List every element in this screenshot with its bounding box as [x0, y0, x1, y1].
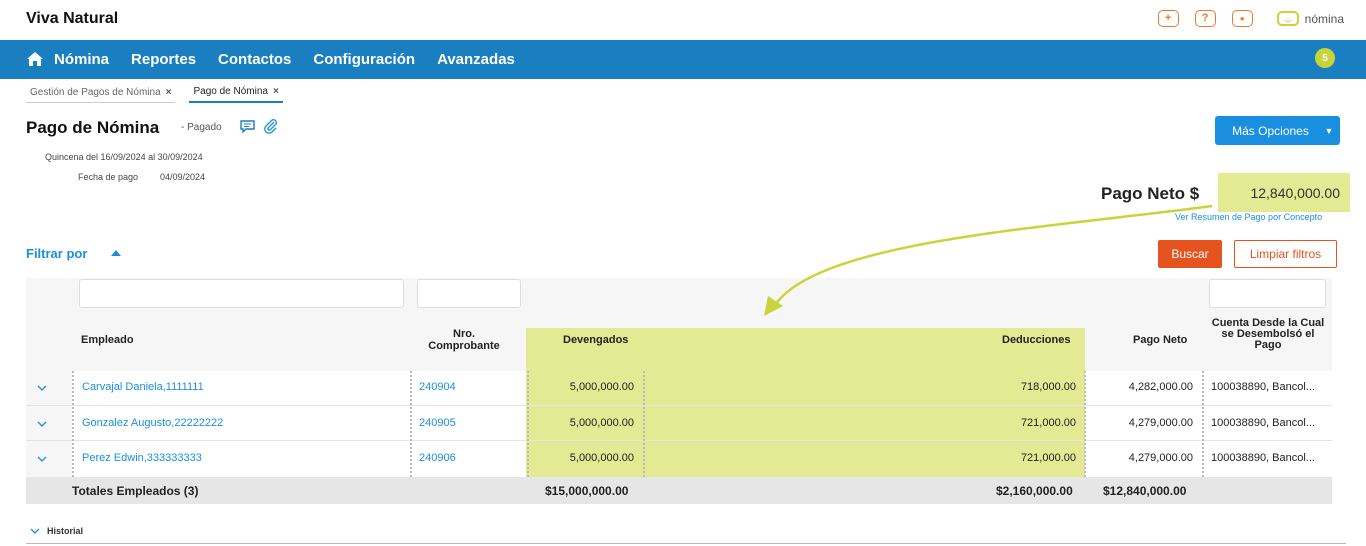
header-employee[interactable]: Empleado [81, 334, 134, 346]
header-account[interactable]: Cuenta Desde la Cual se Desembolsó el Pa… [1209, 318, 1327, 351]
employee-link[interactable]: Perez Edwin,333333333 [82, 452, 202, 464]
user-icon[interactable]: ● [1231, 10, 1253, 27]
divider [26, 543, 1346, 544]
nav-item-contactos[interactable]: Contactos [218, 51, 291, 68]
column-divider [72, 371, 74, 477]
nav-item-nomina[interactable]: Nómina [54, 51, 109, 68]
voucher-link[interactable]: 240904 [419, 381, 456, 393]
company-name: Viva Natural [26, 10, 119, 27]
chevron-down-icon[interactable] [37, 384, 47, 392]
row-divider [26, 405, 1332, 406]
column-divider [1084, 371, 1086, 477]
column-divider [1202, 371, 1204, 477]
add-icon[interactable]: + [1157, 10, 1179, 27]
column-divider [643, 371, 645, 477]
employee-filter-input[interactable] [79, 279, 404, 308]
search-button[interactable]: Buscar [1158, 240, 1222, 268]
earnings-cell: 5,000,000.00 [569, 417, 634, 429]
status-label: - Pagado [181, 122, 222, 133]
header-deductions[interactable]: Deducciones [1002, 334, 1070, 346]
brand-mark-icon [1276, 11, 1299, 26]
earnings-cell: 5,000,000.00 [569, 381, 634, 393]
account-filter-input[interactable] [1209, 279, 1326, 308]
header-net[interactable]: Pago Neto [1133, 334, 1187, 346]
tab-pago-nomina[interactable]: Pago de Nómina × [189, 84, 283, 103]
header-voucher[interactable]: Nro. Comprobante [418, 328, 510, 352]
net-pay-value: 12,840,000.00 [1218, 173, 1350, 212]
paydate-value: 04/09/2024 [160, 172, 206, 182]
header-earnings[interactable]: Devengados [563, 334, 628, 346]
tab-gestion-pagos[interactable]: Gestión de Pagos de Nómina × [26, 84, 176, 103]
deductions-cell: 721,000.00 [1020, 452, 1076, 464]
deductions-cell: 721,000.00 [1020, 417, 1076, 429]
filter-label[interactable]: Filtrar por [26, 246, 87, 261]
caret-up-icon[interactable] [111, 250, 121, 256]
row-divider [26, 440, 1332, 441]
account-cell: 100038890, Bancol... [1211, 417, 1315, 429]
chevron-down-icon[interactable] [37, 420, 47, 428]
voucher-filter-input[interactable] [417, 279, 521, 308]
help-icon[interactable]: ? [1194, 10, 1216, 27]
paydate-label: Fecha de pago [78, 172, 139, 182]
brand-text: nómina [1304, 11, 1344, 26]
column-divider [527, 371, 529, 477]
home-icon[interactable] [26, 51, 44, 67]
tab-label: Gestión de Pagos de Nómina [30, 86, 161, 98]
tab-label: Pago de Nómina [193, 86, 268, 97]
page-title: Pago de Nómina [26, 118, 160, 137]
earnings-cell: 5,000,000.00 [569, 452, 634, 464]
top-icons: + ? ● nómina [1157, 10, 1344, 27]
chevron-down-icon[interactable] [30, 528, 40, 535]
totals-label: Totales Empleados (3) [72, 484, 199, 498]
attachment-icon[interactable] [263, 118, 278, 134]
voucher-link[interactable]: 240905 [419, 417, 456, 429]
net-cell: 4,282,000.00 [1128, 381, 1193, 393]
more-options-label: Más Opciones [1232, 123, 1309, 138]
nav-item-reportes[interactable]: Reportes [131, 51, 196, 68]
voucher-link[interactable]: 240906 [419, 452, 456, 464]
summary-link[interactable]: Ver Resumen de Pago por Concepto [1175, 212, 1322, 222]
totals-earnings: $15,000,000.00 [545, 484, 629, 498]
totals-net: $12,840,000.00 [1103, 484, 1187, 498]
top-bar: Viva Natural + ? ● nómina [0, 0, 1366, 40]
brand-logo: nómina [1276, 11, 1344, 26]
main-nav: Nómina Reportes Contactos Configuración … [0, 40, 1366, 79]
employee-link[interactable]: Gonzalez Augusto,22222222 [82, 417, 223, 429]
more-options-button[interactable]: Más Opciones ▼ [1215, 116, 1340, 145]
account-cell: 100038890, Bancol... [1211, 381, 1315, 393]
nav-item-avanzadas[interactable]: Avanzadas [437, 51, 515, 68]
period-text: Quincena del 16/09/2024 al 30/09/2024 [45, 152, 203, 162]
notification-badge[interactable]: 5 [1315, 48, 1335, 68]
employee-link[interactable]: Carvajal Daniela,1111111 [82, 381, 204, 393]
deductions-cell: 718,000.00 [1020, 381, 1076, 393]
caret-down-icon[interactable]: ▼ [1318, 116, 1340, 145]
chevron-down-icon[interactable] [37, 455, 47, 463]
nav-item-configuracion[interactable]: Configuración [313, 51, 415, 68]
net-pay-label: Pago Neto $ [1101, 184, 1200, 203]
close-icon[interactable]: × [166, 87, 172, 98]
clear-filters-button[interactable]: Limpiar filtros [1234, 240, 1337, 268]
account-cell: 100038890, Bancol... [1211, 452, 1315, 464]
column-divider [410, 371, 412, 477]
totals-deductions: $2,160,000.00 [996, 484, 1073, 498]
net-cell: 4,279,000.00 [1128, 452, 1193, 464]
net-cell: 4,279,000.00 [1128, 417, 1193, 429]
tab-strip: Gestión de Pagos de Nómina × Pago de Nóm… [26, 84, 283, 103]
nav-items: Nómina Reportes Contactos Configuración … [54, 40, 515, 79]
close-icon[interactable]: × [273, 86, 279, 97]
comment-icon[interactable] [240, 120, 255, 133]
history-toggle[interactable]: Historial [47, 526, 83, 536]
